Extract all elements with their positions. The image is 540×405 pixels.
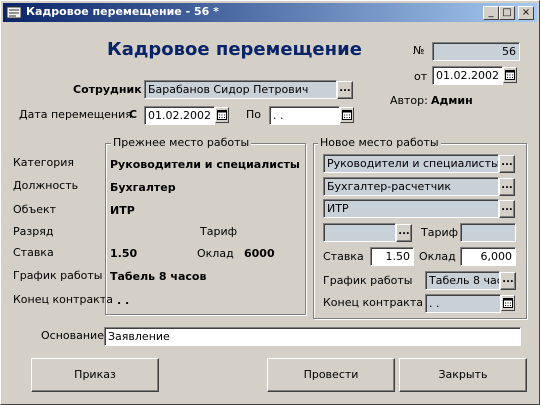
new-schedule-field[interactable]: Табель 8 час	[425, 271, 500, 290]
number-label: №	[413, 44, 425, 57]
previous-group-title: Прежнее место работы	[111, 136, 252, 149]
prev-category: Руководители и специалисты	[110, 158, 300, 171]
prev-tariff-label: Тариф	[200, 225, 237, 238]
new-category-browse-button[interactable]: ...	[499, 155, 515, 173]
date-from-field[interactable]: 01.02.2002	[144, 106, 215, 125]
new-tariff-label: Тариф	[421, 226, 458, 239]
new-position-browse-button[interactable]: ...	[499, 178, 515, 196]
prev-position: Бухгалтер	[110, 181, 176, 194]
number-field[interactable]: 56	[432, 42, 520, 61]
new-rate-label: Ставка	[323, 250, 364, 263]
new-object-browse-button[interactable]: ...	[499, 200, 515, 218]
new-contract-end-calendar-icon[interactable]	[501, 295, 515, 311]
prev-contract-end: . .	[117, 294, 130, 307]
grade-label: Разряд	[13, 225, 54, 238]
maximize-button[interactable]: □	[499, 6, 515, 20]
prev-salary: 6000	[244, 247, 275, 260]
position-label: Должность	[13, 179, 79, 192]
new-object-field[interactable]: ИТР	[323, 199, 499, 218]
author-label: Автор:	[390, 94, 428, 107]
new-salary-field[interactable]: 6,000	[460, 247, 516, 266]
form-body: Кадровое перемещение № 56 от 01.02.2002 …	[3, 24, 537, 402]
rate-label: Ставка	[13, 246, 54, 259]
author-value: Админ	[431, 94, 473, 107]
close-window-button[interactable]: ×	[518, 6, 534, 20]
prev-salary-label: Оклад	[197, 247, 234, 260]
prev-schedule: Табель 8 часов	[110, 270, 207, 283]
new-grade-browse-button[interactable]: ...	[396, 224, 412, 242]
window: Кадровое перемещение - 56 * _ □ × Кадров…	[0, 0, 540, 405]
doc-date-calendar-icon[interactable]	[503, 67, 517, 83]
from-label: от	[414, 70, 428, 83]
employee-field[interactable]: Барабанов Сидор Петрович	[144, 80, 337, 99]
date-from-calendar-icon[interactable]	[215, 107, 229, 123]
contract-end-label: Конец контракта	[13, 293, 113, 306]
employee-browse-button[interactable]: ...	[337, 81, 353, 99]
order-button[interactable]: Приказ	[31, 358, 159, 392]
doc-date-field[interactable]: 01.02.2002	[432, 66, 503, 85]
date-to-calendar-icon[interactable]	[340, 107, 354, 123]
new-contract-end-label: Конец контракта	[323, 296, 423, 309]
new-group-title: Новое место работы	[318, 136, 441, 149]
new-position-field[interactable]: Бухгалтер-расчетчик	[323, 177, 499, 196]
page-title: Кадровое перемещение	[107, 39, 362, 60]
new-schedule-browse-button[interactable]: ...	[500, 272, 516, 290]
employee-label: Сотрудник	[73, 83, 142, 96]
app-icon	[6, 6, 22, 19]
new-rate-field[interactable]: 1.50	[370, 247, 414, 266]
basis-field[interactable]: Заявление	[104, 327, 521, 346]
category-label: Категория	[13, 156, 74, 169]
new-tariff-field[interactable]	[460, 223, 516, 242]
new-grade-field[interactable]	[323, 223, 396, 242]
prev-object: ИТР	[110, 204, 135, 217]
window-title: Кадровое перемещение - 56 *	[26, 5, 219, 18]
prev-rate: 1.50	[110, 247, 138, 260]
transfer-date-label: Дата перемещения	[19, 108, 132, 121]
schedule-label: График работы	[13, 269, 103, 282]
date-from-label: С	[129, 108, 138, 121]
new-schedule-label: График работы	[323, 274, 413, 287]
title-bar[interactable]: Кадровое перемещение - 56 * _ □ ×	[3, 3, 537, 22]
minimize-button[interactable]: _	[483, 6, 499, 20]
object-label: Объект	[13, 203, 57, 216]
new-category-field[interactable]: Руководители и специалисты	[323, 154, 499, 173]
post-button[interactable]: Провести	[267, 358, 395, 392]
new-salary-label: Оклад	[419, 250, 456, 263]
date-to-label: По	[246, 108, 262, 121]
date-to-field[interactable]: . .	[269, 106, 340, 125]
close-button[interactable]: Закрыть	[399, 358, 527, 392]
new-contract-end-field[interactable]: . .	[425, 294, 501, 313]
basis-label: Основание	[41, 329, 104, 342]
